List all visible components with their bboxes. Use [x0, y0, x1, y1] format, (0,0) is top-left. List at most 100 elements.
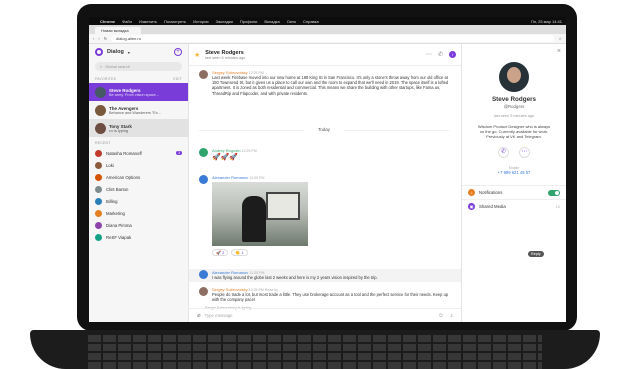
profile-last-seen: last seen 5 minutes ago [493, 114, 535, 118]
photo-person [242, 196, 266, 242]
recent-list: Natasha Romanoff 3 Loki American Options Cli… [89, 147, 188, 243]
recent-dialog-item[interactable]: American Options [89, 171, 188, 183]
message-composer: ⌀ Type message ☺ ♪ [189, 308, 461, 322]
notifications-toggle[interactable] [548, 189, 560, 196]
message[interactable]: Sergey Sobrovolsky 12:25 PM Last week Fi… [199, 70, 449, 96]
profile-avatar[interactable] [499, 62, 529, 92]
reactions: 🚀 2 👏 1 [212, 249, 308, 256]
laptop-screen: Chrome Файл Изменить Посмотреть История … [89, 17, 566, 322]
shared-media-count: 12 [555, 204, 560, 209]
avatar [95, 233, 102, 241]
browser-tab[interactable]: Новая вкладка [95, 27, 141, 34]
call-button[interactable]: ✆ [498, 147, 509, 158]
forward-icon[interactable]: › [98, 36, 99, 41]
url-field[interactable]: dialog.alien.ru [111, 35, 555, 42]
back-icon[interactable]: ‹ [93, 36, 94, 41]
menubar-item[interactable]: Профили [240, 19, 257, 24]
recent-dialog-name: ReSF Viapak [106, 234, 132, 240]
avatar [199, 175, 208, 184]
favorites-label: FAVORITES [95, 77, 117, 81]
recent-dialog-item[interactable]: Clint Barton [89, 183, 188, 195]
dialog-item-steve[interactable]: Steve Rodgers Be army. From vision space… [89, 83, 188, 101]
menubar-item[interactable]: Справка [303, 19, 319, 24]
message-time: 12:25 PM [241, 149, 257, 153]
message-photo[interactable] [212, 182, 308, 246]
message[interactable]: Alexander Romanov 12:25 PM I was flying … [199, 270, 449, 280]
bookmark-icon[interactable]: ☆ [558, 36, 562, 41]
message-input[interactable]: Type message [205, 313, 233, 318]
address-bar: ‹ › ↻ dialog.alien.ru ☆ [89, 34, 566, 44]
recent-header: RECENT [89, 137, 188, 147]
recent-dialog-item[interactable]: Loki [89, 159, 188, 171]
menubar-item[interactable]: Посмотреть [164, 19, 186, 24]
recent-dialog-name: Billing [106, 198, 118, 204]
menubar-clock: Пн, 25 мар 14:41 [530, 18, 562, 24]
recent-dialog-item[interactable]: Natasha Romanoff 3 [89, 147, 188, 159]
recent-dialog-name: Natasha Romanoff [106, 150, 142, 156]
info-icon[interactable]: i [449, 51, 456, 58]
chat-header-actions: ⋯ ✆ i [426, 51, 456, 58]
sidebar: Dialog ▾ + ⌕ Global search FAVORITES EDI… [89, 44, 189, 322]
chat-title[interactable]: Steve Rodgers [205, 50, 245, 56]
menubar-app[interactable]: Chrome [100, 19, 115, 24]
recent-dialog-item[interactable]: Marketing [89, 207, 188, 219]
recent-dialog-item[interactable]: Diana Pimma [89, 219, 188, 231]
message[interactable]: Sergey Sobrovolsky 12:25 PM Read by Peop… [199, 287, 449, 302]
message-author[interactable]: Alexander Romanov [212, 175, 248, 180]
message[interactable]: Alexander Romanov 12:25 PM 🚀 2 👏 1 [199, 175, 449, 256]
more-button[interactable]: ⋯ [519, 147, 530, 158]
attach-icon[interactable]: ⌀ [197, 312, 201, 319]
search-placeholder: Global search [105, 64, 130, 69]
menubar-item[interactable]: История [193, 19, 209, 24]
shared-media-row[interactable]: ▣ Shared Media 12 [462, 199, 566, 213]
photo-panel [266, 192, 300, 220]
unread-badge: 3 [176, 151, 182, 155]
composer-actions: ☺ ♪ [438, 313, 453, 319]
call-icon[interactable]: ✆ [438, 51, 443, 58]
workspace-title[interactable]: Dialog [107, 49, 124, 55]
avatar [199, 270, 208, 279]
recent-dialog-item[interactable]: ReSF Viapak [89, 231, 188, 243]
recent-dialog-name: Diana Pimma [106, 222, 132, 228]
chat-panel: ★ Steve Rodgers last seen 5 minutes ago … [189, 44, 544, 322]
profile-actions: ✆ ⋯ [462, 147, 566, 158]
more-icon[interactable]: ⋯ [426, 51, 432, 58]
dialog-item-tony[interactable]: Tony Stark ••• is typing [89, 119, 188, 137]
dialog-item-avengers[interactable]: The Avengers Behance and Wanderers "Ex..… [89, 101, 188, 119]
message-text: Last week Firebase moved into our new ho… [212, 75, 449, 96]
profile-panel: × Steve Rodgers @Rodgers last seen 5 min… [461, 44, 566, 322]
reload-icon[interactable]: ↻ [104, 36, 107, 41]
close-icon[interactable]: × [557, 48, 561, 55]
menubar-item[interactable]: Закладки [216, 19, 233, 24]
media-icon: ▣ [468, 203, 475, 210]
recent-dialog-name: Loki [106, 162, 114, 168]
dialog-preview: Be army. From vision space... [109, 92, 159, 97]
dialog-logo-icon [95, 48, 103, 56]
menubar-item[interactable]: Файл [122, 19, 132, 24]
chevron-down-icon[interactable]: ▾ [128, 50, 130, 55]
laptop-scene: Chrome Файл Изменить Посмотреть История … [0, 0, 630, 369]
compose-button[interactable]: + [174, 48, 182, 56]
notifications-row[interactable]: ♪ Notifications [462, 185, 566, 199]
mac-menubar: Chrome Файл Изменить Посмотреть История … [89, 17, 566, 25]
message[interactable]: Andrey Rogozin 12:25 PM 🚀🚀🚀 [199, 148, 449, 163]
avatar [199, 148, 208, 157]
avatar [95, 197, 102, 205]
recent-dialog-item[interactable]: Billing [89, 195, 188, 207]
menubar-item[interactable]: Вкладка [264, 19, 279, 24]
message-time: 12:25 PM [249, 176, 265, 180]
chat-header: ★ Steve Rodgers last seen 5 minutes ago … [189, 44, 461, 66]
reaction-clap[interactable]: 👏 1 [231, 249, 248, 256]
menubar-item[interactable]: Окно [287, 19, 296, 24]
menubar-item[interactable]: Изменить [139, 19, 157, 24]
reaction-emoji: 👏 [235, 250, 241, 255]
avatar [95, 221, 102, 229]
sidebar-header: Dialog ▾ + [89, 44, 188, 60]
star-icon[interactable]: ★ [194, 51, 200, 59]
dialog-app: Dialog ▾ + ⌕ Global search FAVORITES EDI… [89, 44, 566, 322]
microphone-icon[interactable]: ♪ [450, 313, 453, 319]
search-input[interactable]: ⌕ Global search [95, 62, 182, 71]
reaction-rocket[interactable]: 🚀 2 [212, 249, 229, 256]
edit-favorites-link[interactable]: EDIT [173, 77, 182, 81]
emoji-icon[interactable]: ☺ [438, 313, 444, 319]
